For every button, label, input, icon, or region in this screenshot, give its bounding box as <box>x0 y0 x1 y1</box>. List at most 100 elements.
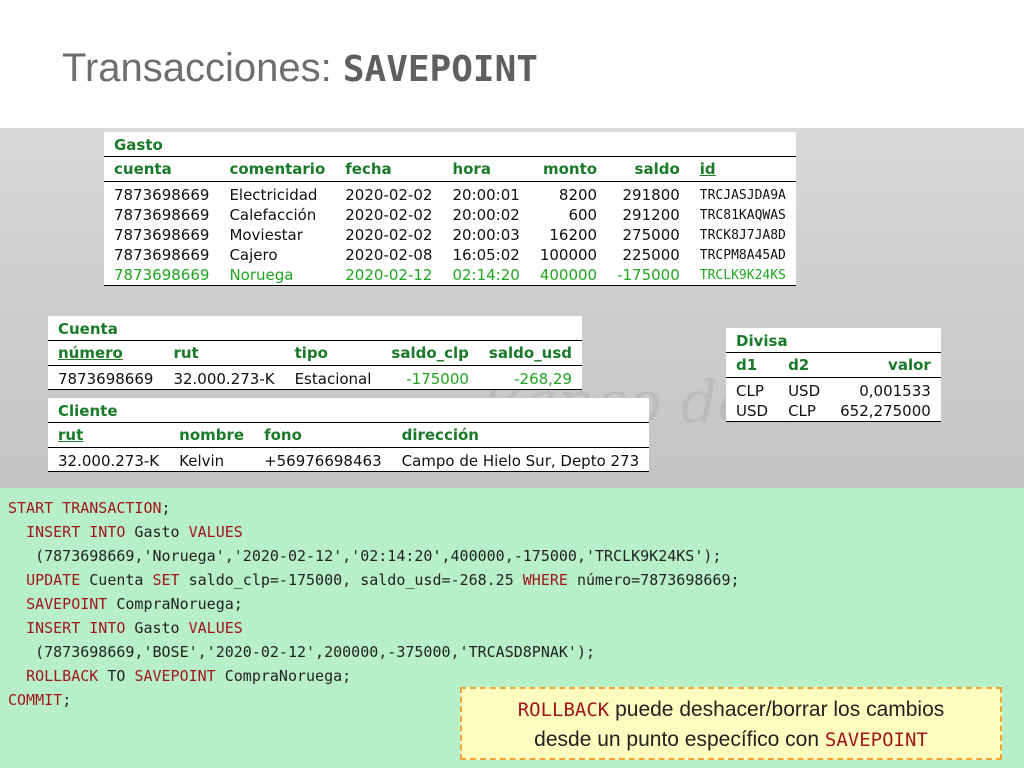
gasto-cell: 2020-02-02 <box>345 206 433 224</box>
sql-text: CompraNoruega; <box>107 595 243 613</box>
gasto-header-6: id <box>689 156 796 182</box>
gasto-header-4: monto <box>529 156 608 182</box>
gasto-cell: 100000 <box>539 246 598 264</box>
note-line-1: ROLLBACK puede deshacer/borrar los cambi… <box>517 698 945 721</box>
gasto-header-1: comentario <box>219 156 336 182</box>
sql-text: ; <box>62 691 72 709</box>
cliente-cell: +56976698463 <box>254 447 392 472</box>
cliente-header-0: rut <box>48 422 170 448</box>
note-box: ROLLBACK puede deshacer/borrar los cambi… <box>460 687 1002 760</box>
gasto-cell: TRCK8J7JA8D <box>699 227 786 243</box>
sql-text: Gasto <box>125 619 189 637</box>
cliente-caption: Cliente <box>58 402 118 420</box>
sql-text: CompraNoruega; <box>215 667 352 685</box>
cuenta-header-2: tipo <box>284 340 382 366</box>
gasto-cell: 20:00:03 <box>452 226 520 244</box>
cliente-table: Cliente rut nombre fono dirección 32.000.27… <box>48 398 650 472</box>
divisa-header-0: d1 <box>726 352 779 378</box>
gasto-caption: Gasto <box>114 136 163 154</box>
table-row: 7873698669 Calefacción 2020-02-02 20:00:02 6… <box>104 205 796 225</box>
gasto-cell: 291200 <box>622 206 680 224</box>
sql-keyword: START TRANSACTION <box>8 499 162 517</box>
sql-keyword: ROLLBACK <box>26 667 99 685</box>
cuenta-table: Cuenta número rut tipo saldo_clp saldo_usd 7… <box>48 316 583 390</box>
gasto-header-2: fecha <box>335 156 443 182</box>
gasto-cell: Cajero <box>229 246 278 264</box>
gasto-cell: TRCJASJDA9A <box>699 187 786 203</box>
sql-keyword: VALUES <box>188 619 243 637</box>
gasto-cell: 400000 <box>529 265 608 286</box>
cuenta-cell: -268,29 <box>478 365 583 390</box>
table-row: 7873698669 32.000.273-K Estacional -175000-… <box>48 365 583 390</box>
cuenta-header-0: número <box>48 340 164 366</box>
sql-text: (7873698669,'Noruega','2020-02-12','02:1… <box>8 547 722 565</box>
sql-text: (7873698669,'BOSE','2020-02-12',200000,-… <box>8 643 595 661</box>
gasto-cell: 2020-02-02 <box>345 226 433 244</box>
sql-keyword: INSERT INTO <box>26 619 126 637</box>
table-row: CLP USD 0,001533 <box>726 378 941 402</box>
divisa-cell: 652,275000 <box>830 401 941 422</box>
cliente-cell: Campo de Hielo Sur, Depto 273 <box>391 447 650 472</box>
gasto-cell: 16:05:02 <box>452 246 520 264</box>
gasto-header-5: saldo <box>607 156 690 182</box>
divisa-cell: USD <box>788 382 821 400</box>
table-row: 32.000.273-K Kelvin +56976698463 Campo de H… <box>48 447 650 472</box>
gasto-cell: 2020-02-08 <box>345 246 433 264</box>
cliente-header-2: fono <box>254 422 392 448</box>
gasto-cell: 02:14:20 <box>442 265 530 286</box>
gasto-cell: 7873698669 <box>104 265 220 286</box>
page-title: Transacciones: SAVEPOINT <box>62 46 538 90</box>
gasto-cell: Calefacción <box>229 206 317 224</box>
cuenta-header-3: saldo_clp <box>381 340 479 366</box>
divisa-cell: CLP <box>736 382 764 400</box>
gasto-cell: 7873698669 <box>114 206 210 224</box>
cuenta-caption: Cuenta <box>58 320 118 338</box>
sql-text: saldo_clp=-175000, saldo_usd=-268.25 <box>179 571 523 589</box>
divisa-caption: Divisa <box>736 332 788 350</box>
sql-text: Cuenta <box>80 571 153 589</box>
sql-text: ; <box>161 499 171 517</box>
gasto-cell: 275000 <box>622 226 680 244</box>
divisa-header-1: d2 <box>778 352 831 378</box>
note-line-2: desde un punto específico con SAVEPOINT <box>534 728 928 751</box>
sql-keyword: COMMIT <box>8 691 63 709</box>
gasto-cell: TRCLK9K24KS <box>689 265 796 286</box>
gasto-cell: 16200 <box>549 226 598 244</box>
gasto-cell: 291800 <box>622 186 680 204</box>
gasto-header-0: cuenta <box>104 156 220 182</box>
cliente-cell: Kelvin <box>169 447 255 472</box>
table-row: USD CLP 652,275000 <box>726 401 941 422</box>
gasto-cell: 8200 <box>558 186 598 204</box>
gasto-cell: 600 <box>568 206 598 224</box>
divisa-cell: CLP <box>778 401 831 422</box>
gasto-cell: 7873698669 <box>114 246 210 264</box>
sql-keyword: SET <box>152 571 180 589</box>
gasto-cell: Moviestar <box>229 226 303 244</box>
sql-code: START TRANSACTION; INSERT INTO Gasto VAL… <box>0 488 1024 712</box>
divisa-cell: USD <box>726 401 779 422</box>
divisa-table: Divisa d1 d2 valor CLP USD 0,001533 USD CLP 652… <box>726 328 941 422</box>
cuenta-cell: 7873698669 <box>48 365 164 390</box>
cuenta-cell: 32.000.273-K <box>163 365 285 390</box>
gasto-cell: 20:00:02 <box>452 206 520 224</box>
gasto-cell: Noruega <box>219 265 336 286</box>
cuenta-cell: -175000 <box>381 365 479 390</box>
cuenta-cell: Estacional <box>284 365 382 390</box>
sql-keyword: SAVEPOINT <box>26 595 108 613</box>
gasto-table: Gasto cuenta comentario fecha hora monto sald… <box>104 132 796 286</box>
sql-keyword: VALUES <box>188 523 243 541</box>
sql-keyword: SAVEPOINT <box>134 667 216 685</box>
table-row: 7873698669 Moviestar 2020-02-02 20:00:03 162… <box>104 225 796 245</box>
cliente-header-3: dirección <box>391 422 650 448</box>
sql-text: número=7873698669; <box>567 571 740 589</box>
gasto-header-3: hora <box>442 156 530 182</box>
table-row: 7873698669 Noruega 2020-02-12 02:14:20 40000… <box>104 265 796 286</box>
sql-keyword: INSERT INTO <box>26 523 126 541</box>
sql-text: TO <box>98 667 135 685</box>
cuenta-header-4: saldo_usd <box>478 340 583 366</box>
